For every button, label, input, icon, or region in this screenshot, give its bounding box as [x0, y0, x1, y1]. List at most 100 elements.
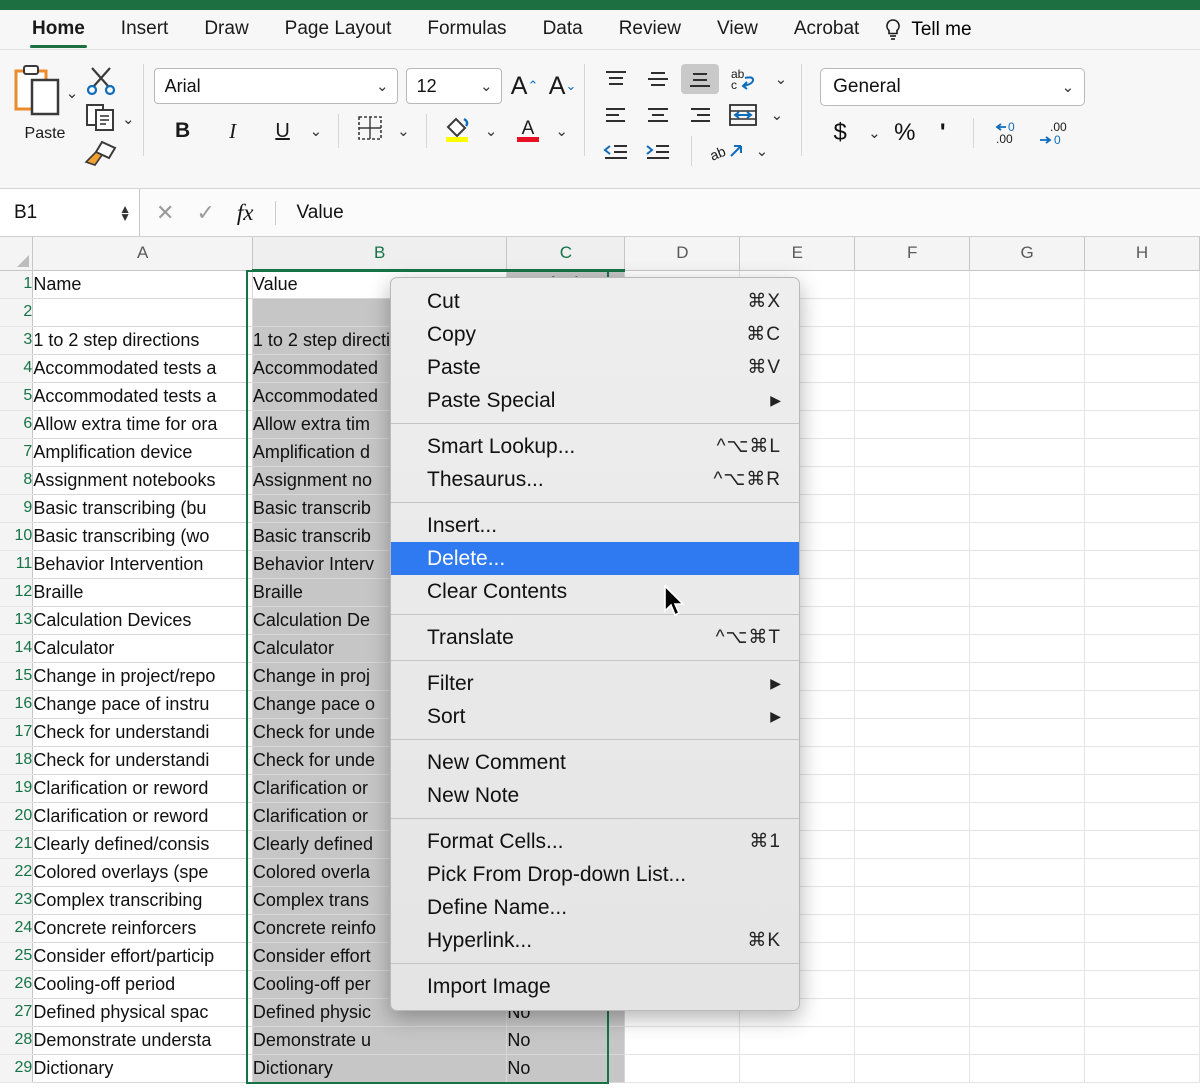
- cell-A28[interactable]: Demonstrate understa: [33, 1026, 253, 1054]
- menu-item-clear-contents[interactable]: Clear Contents: [391, 575, 799, 608]
- cell-C28[interactable]: No: [507, 1026, 625, 1054]
- cell-G8[interactable]: [970, 466, 1085, 494]
- cell-E28[interactable]: [740, 1026, 855, 1054]
- row-header-15[interactable]: 15: [0, 662, 33, 690]
- font-color-chevron-down-icon[interactable]: ⌄: [555, 124, 568, 139]
- cell-G13[interactable]: [970, 606, 1085, 634]
- merge-center-button[interactable]: [723, 100, 763, 130]
- cell-G14[interactable]: [970, 634, 1085, 662]
- number-format-select[interactable]: General ⌄: [820, 68, 1085, 106]
- cell-A16[interactable]: Change pace of instru: [33, 690, 253, 718]
- row-header-29[interactable]: 29: [0, 1054, 33, 1082]
- cell-A1[interactable]: Name: [33, 270, 253, 298]
- cell-B29[interactable]: Dictionary: [252, 1054, 506, 1082]
- cell-A5[interactable]: Accommodated tests a: [33, 382, 253, 410]
- align-center-button[interactable]: [639, 100, 677, 130]
- tab-view[interactable]: View: [699, 16, 776, 44]
- cell-F11[interactable]: [855, 550, 970, 578]
- menu-item-paste[interactable]: Paste⌘V: [391, 351, 799, 384]
- cell-G3[interactable]: [970, 326, 1085, 354]
- cell-G28[interactable]: [970, 1026, 1085, 1054]
- cell-F20[interactable]: [855, 802, 970, 830]
- row-header-9[interactable]: 9: [0, 494, 33, 522]
- cell-A22[interactable]: Colored overlays (spe: [33, 858, 253, 886]
- cell-G9[interactable]: [970, 494, 1085, 522]
- cell-F19[interactable]: [855, 774, 970, 802]
- row-header-21[interactable]: 21: [0, 830, 33, 858]
- cell-H22[interactable]: [1085, 858, 1200, 886]
- cell-A2[interactable]: [33, 298, 253, 326]
- cell-H1[interactable]: [1085, 270, 1200, 298]
- percent-button[interactable]: %: [891, 118, 919, 148]
- cell-F18[interactable]: [855, 746, 970, 774]
- cell-F29[interactable]: [855, 1054, 970, 1082]
- menu-item-sort[interactable]: Sort▶: [391, 700, 799, 733]
- copy-button[interactable]: ⌄: [84, 102, 135, 136]
- cell-A27[interactable]: Defined physical spac: [33, 998, 253, 1026]
- cell-F16[interactable]: [855, 690, 970, 718]
- menu-item-delete[interactable]: Delete...: [391, 542, 799, 575]
- cell-A6[interactable]: Allow extra time for ora: [33, 410, 253, 438]
- currency-chevron-down-icon[interactable]: ⌄: [868, 126, 881, 141]
- cell-A19[interactable]: Clarification or reword: [33, 774, 253, 802]
- font-size-select[interactable]: 12 ⌄: [406, 68, 502, 104]
- column-header-D[interactable]: D: [625, 237, 740, 270]
- cell-F23[interactable]: [855, 886, 970, 914]
- cell-G20[interactable]: [970, 802, 1085, 830]
- name-box-spinner[interactable]: ▲▼: [119, 205, 131, 221]
- cell-H2[interactable]: [1085, 298, 1200, 326]
- cell-A18[interactable]: Check for understandi: [33, 746, 253, 774]
- cell-A12[interactable]: Braille: [33, 578, 253, 606]
- cut-button[interactable]: [84, 66, 135, 100]
- column-header-B[interactable]: B: [252, 237, 506, 270]
- cell-G29[interactable]: [970, 1054, 1085, 1082]
- cell-H21[interactable]: [1085, 830, 1200, 858]
- cell-F5[interactable]: [855, 382, 970, 410]
- cell-H11[interactable]: [1085, 550, 1200, 578]
- menu-item-new-note[interactable]: New Note: [391, 779, 799, 812]
- column-header-H[interactable]: H: [1085, 237, 1200, 270]
- row-header-27[interactable]: 27: [0, 998, 33, 1026]
- column-header-F[interactable]: F: [855, 237, 970, 270]
- cell-A14[interactable]: Calculator: [33, 634, 253, 662]
- row-header-22[interactable]: 22: [0, 858, 33, 886]
- cell-H24[interactable]: [1085, 914, 1200, 942]
- menu-item-format-cells[interactable]: Format Cells...⌘1: [391, 825, 799, 858]
- decrease-indent-button[interactable]: [597, 136, 635, 166]
- cell-G1[interactable]: [970, 270, 1085, 298]
- cell-A21[interactable]: Clearly defined/consis: [33, 830, 253, 858]
- row-header-28[interactable]: 28: [0, 1026, 33, 1054]
- currency-button[interactable]: $: [826, 118, 854, 148]
- cell-H29[interactable]: [1085, 1054, 1200, 1082]
- cell-H9[interactable]: [1085, 494, 1200, 522]
- cell-F1[interactable]: [855, 270, 970, 298]
- cell-H15[interactable]: [1085, 662, 1200, 690]
- cell-G12[interactable]: [970, 578, 1085, 606]
- cell-A25[interactable]: Consider effort/particip: [33, 942, 253, 970]
- cell-H26[interactable]: [1085, 970, 1200, 998]
- cell-G4[interactable]: [970, 354, 1085, 382]
- cell-A20[interactable]: Clarification or reword: [33, 802, 253, 830]
- cell-A17[interactable]: Check for understandi: [33, 718, 253, 746]
- cell-H13[interactable]: [1085, 606, 1200, 634]
- cell-F10[interactable]: [855, 522, 970, 550]
- cell-D28[interactable]: [625, 1026, 740, 1054]
- shrink-font-button[interactable]: A⌄: [548, 70, 578, 102]
- align-right-button[interactable]: [681, 100, 719, 130]
- cell-G7[interactable]: [970, 438, 1085, 466]
- wrap-text-chevron-down-icon[interactable]: ⌄: [775, 72, 788, 87]
- comma-button[interactable]: ': [929, 118, 957, 148]
- cell-G5[interactable]: [970, 382, 1085, 410]
- menu-item-hyperlink[interactable]: Hyperlink...⌘K: [391, 924, 799, 957]
- fx-icon[interactable]: fx: [237, 200, 254, 226]
- increase-indent-button[interactable]: [639, 136, 677, 166]
- cell-A3[interactable]: 1 to 2 step directions: [33, 326, 253, 354]
- menu-item-paste-special[interactable]: Paste Special▶: [391, 384, 799, 417]
- menu-item-define-name[interactable]: Define Name...: [391, 891, 799, 924]
- row-header-16[interactable]: 16: [0, 690, 33, 718]
- cell-G24[interactable]: [970, 914, 1085, 942]
- menu-item-import-image[interactable]: Import Image: [391, 970, 799, 1003]
- grow-font-button[interactable]: A⌃: [510, 70, 540, 102]
- cell-F4[interactable]: [855, 354, 970, 382]
- row-header-7[interactable]: 7: [0, 438, 33, 466]
